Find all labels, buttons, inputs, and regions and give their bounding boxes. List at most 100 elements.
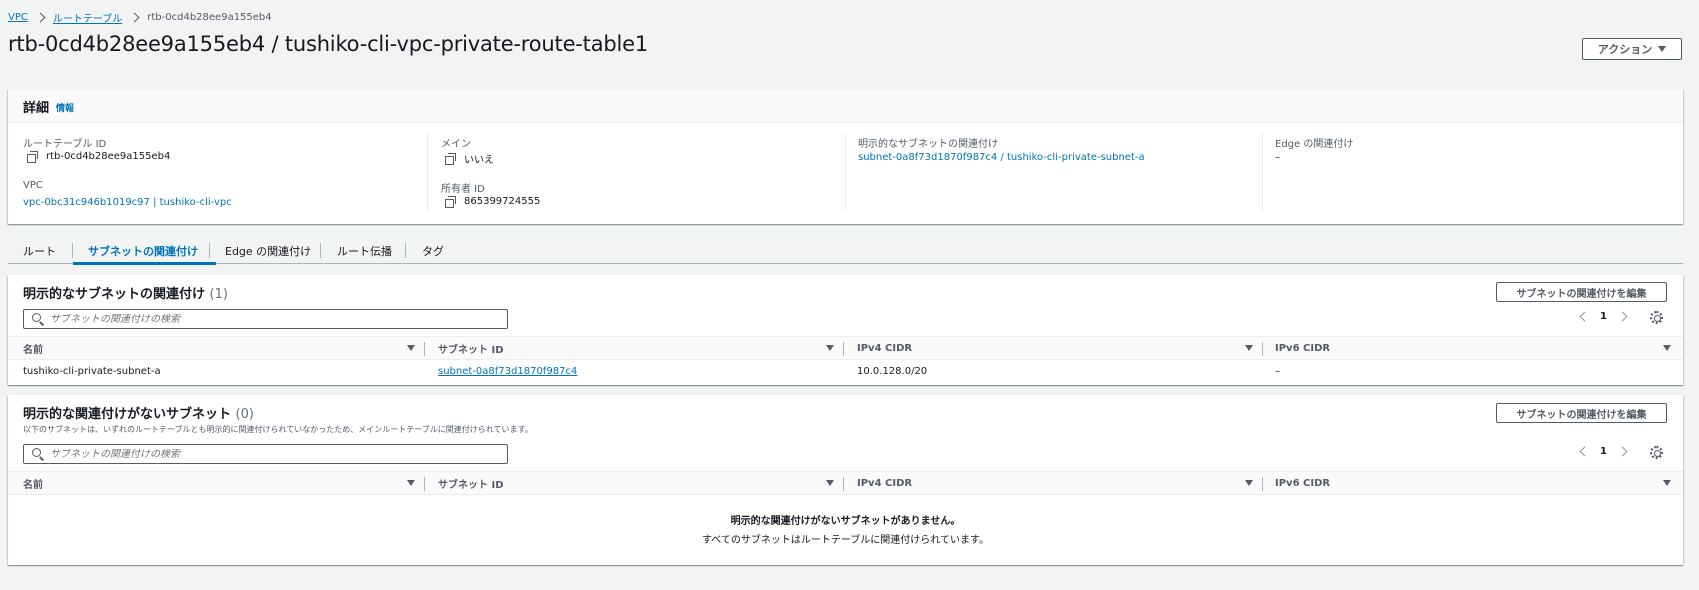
- explicit-assoc-link[interactable]: subnet-0a8f73d1870f987c4 / tushiko-cli-p…: [858, 152, 1145, 163]
- vpc-link[interactable]: vpc-0bc31c946b1019c97 | tushiko-cli-vpc: [23, 197, 232, 208]
- divider: [845, 133, 846, 211]
- page-title: rtb-0cd4b28ee9a155eb4 / tushiko-cli-vpc-…: [8, 32, 649, 56]
- row-ipv6: –: [1275, 366, 1280, 377]
- column-divider[interactable]: [1262, 342, 1263, 356]
- column-divider[interactable]: [424, 477, 425, 491]
- vpc-label: VPC: [23, 180, 43, 191]
- copy-icon[interactable]: [445, 153, 456, 165]
- owner-id-label: 所有者 ID: [441, 184, 485, 195]
- row-name: tushiko-cli-private-subnet-a: [23, 366, 161, 377]
- row-ipv4: 10.0.128.0/20: [857, 366, 928, 377]
- breadcrumb-vpc-link[interactable]: VPC: [8, 12, 28, 23]
- chevron-right-icon[interactable]: [1617, 446, 1628, 457]
- search-icon: [32, 313, 44, 325]
- implicit-section-title-text: 明示的な関連付けがないサブネット: [23, 407, 232, 422]
- column-header-ipv6[interactable]: IPv6 CIDR: [1275, 337, 1330, 359]
- tab-separator: [209, 243, 210, 258]
- copy-icon[interactable]: [445, 196, 456, 208]
- sort-caret-icon[interactable]: [407, 345, 415, 351]
- edge-assoc-value: –: [1275, 152, 1280, 163]
- copy-icon[interactable]: [27, 151, 38, 163]
- tab-edge-associations[interactable]: Edge の関連付け: [225, 240, 311, 262]
- tab-separator: [405, 243, 406, 258]
- explicit-search-input[interactable]: [50, 313, 507, 325]
- tab-separator: [320, 243, 321, 258]
- empty-state-title: 明示的な関連付けがないサブネットがありません。: [730, 516, 961, 527]
- chevron-right-icon: [35, 12, 46, 22]
- explicit-table-header: 名前 サブネット ID IPv4 CIDR IPv6 CIDR: [8, 336, 1683, 360]
- chevron-left-icon[interactable]: [1579, 311, 1590, 322]
- route-table-id-text: rtb-0cd4b28ee9a155eb4: [46, 151, 171, 162]
- owner-id-value: 865399724555: [445, 196, 541, 208]
- details-panel: 詳細 情報 ルートテーブル ID rtb-0cd4b28ee9a155eb4 V…: [8, 89, 1683, 224]
- implicit-section-description: 以下のサブネットは、いずれのルートテーブルとも明示的に関連付けられていなかったた…: [23, 425, 533, 434]
- edit-button-label: サブネットの関連付けを編集: [1516, 409, 1647, 421]
- page-number[interactable]: 1: [1600, 311, 1607, 322]
- tab-subnet-associations[interactable]: サブネットの関連付け: [88, 240, 198, 262]
- column-header-ipv4[interactable]: IPv4 CIDR: [857, 472, 912, 494]
- column-divider[interactable]: [1262, 477, 1263, 491]
- explicit-section-count: (1): [209, 287, 228, 302]
- tab-routes[interactable]: ルート: [23, 240, 56, 262]
- edit-subnet-associations-button[interactable]: サブネットの関連付けを編集: [1496, 403, 1667, 423]
- route-table-id-label: ルートテーブル ID: [23, 139, 107, 150]
- implicit-search[interactable]: [23, 444, 508, 464]
- gear-icon[interactable]: [1650, 446, 1663, 459]
- edge-assoc-label: Edge の関連付け: [1275, 139, 1354, 150]
- divider: [427, 133, 428, 211]
- caret-down-icon: [1658, 46, 1667, 52]
- column-header-ipv4[interactable]: IPv4 CIDR: [857, 337, 912, 359]
- main-value-text: いいえ: [464, 155, 494, 166]
- column-header-ipv6[interactable]: IPv6 CIDR: [1275, 472, 1330, 494]
- sort-caret-icon[interactable]: [826, 345, 834, 351]
- column-divider[interactable]: [843, 477, 844, 491]
- implicit-associations-panel: 明示的な関連付けがないサブネット (0) 以下のサブネットは、いずれのルートテー…: [8, 395, 1683, 565]
- column-header-name[interactable]: 名前: [23, 472, 43, 494]
- tab-tags[interactable]: タグ: [422, 240, 444, 262]
- divider: [1262, 133, 1263, 211]
- tab-route-propagation[interactable]: ルート伝播: [337, 240, 392, 262]
- chevron-right-icon[interactable]: [1617, 311, 1628, 322]
- explicit-section-title-text: 明示的なサブネットの関連付け: [23, 287, 206, 302]
- column-header-subnet-id[interactable]: サブネット ID: [438, 472, 504, 494]
- details-info-link[interactable]: 情報: [56, 101, 74, 114]
- sort-caret-icon[interactable]: [826, 480, 834, 486]
- sort-caret-icon[interactable]: [1245, 345, 1253, 351]
- column-header-subnet-id[interactable]: サブネット ID: [438, 337, 504, 359]
- route-table-id-value: rtb-0cd4b28ee9a155eb4: [27, 151, 171, 163]
- sort-caret-icon[interactable]: [1663, 480, 1671, 486]
- column-divider[interactable]: [843, 342, 844, 356]
- chevron-right-icon: [129, 12, 140, 22]
- breadcrumb-current: rtb-0cd4b28ee9a155eb4: [147, 11, 272, 23]
- implicit-table-header: 名前 サブネット ID IPv4 CIDR IPv6 CIDR: [8, 471, 1683, 495]
- sort-caret-icon[interactable]: [1245, 480, 1253, 486]
- main-label: メイン: [441, 139, 471, 150]
- sort-caret-icon[interactable]: [407, 480, 415, 486]
- implicit-section-count: (0): [235, 407, 254, 422]
- explicit-assoc-label: 明示的なサブネットの関連付け: [858, 139, 998, 150]
- breadcrumb: VPC ルートテーブル rtb-0cd4b28ee9a155eb4: [8, 10, 272, 25]
- sort-caret-icon[interactable]: [1663, 345, 1671, 351]
- implicit-search-input[interactable]: [50, 448, 507, 460]
- actions-button-label: アクション: [1597, 43, 1653, 56]
- actions-button[interactable]: アクション: [1582, 38, 1682, 60]
- main-value: いいえ: [445, 151, 494, 166]
- implicit-pagination: 1: [1579, 446, 1628, 457]
- column-divider[interactable]: [424, 342, 425, 356]
- row-subnet-id-link[interactable]: subnet-0a8f73d1870f987c4: [438, 366, 577, 377]
- edit-subnet-associations-button[interactable]: サブネットの関連付けを編集: [1496, 282, 1667, 302]
- explicit-section-title: 明示的なサブネットの関連付け (1): [23, 283, 228, 302]
- gear-icon[interactable]: [1650, 311, 1663, 324]
- implicit-section-title: 明示的な関連付けがないサブネット (0): [23, 403, 254, 422]
- owner-id-text: 865399724555: [464, 196, 541, 207]
- empty-state-message: すべてのサブネットはルートテーブルに関連付けられています。: [702, 535, 989, 546]
- tab-bar: ルート サブネットの関連付け Edge の関連付け ルート伝播 タグ: [8, 236, 1683, 265]
- breadcrumb-route-tables-link[interactable]: ルートテーブル: [53, 10, 122, 25]
- page-number[interactable]: 1: [1600, 446, 1607, 457]
- chevron-left-icon[interactable]: [1579, 446, 1590, 457]
- column-header-name[interactable]: 名前: [23, 337, 43, 359]
- explicit-pagination: 1: [1579, 311, 1628, 322]
- details-header: 詳細 情報: [8, 89, 1683, 123]
- search-icon: [32, 448, 44, 460]
- explicit-search[interactable]: [23, 309, 508, 329]
